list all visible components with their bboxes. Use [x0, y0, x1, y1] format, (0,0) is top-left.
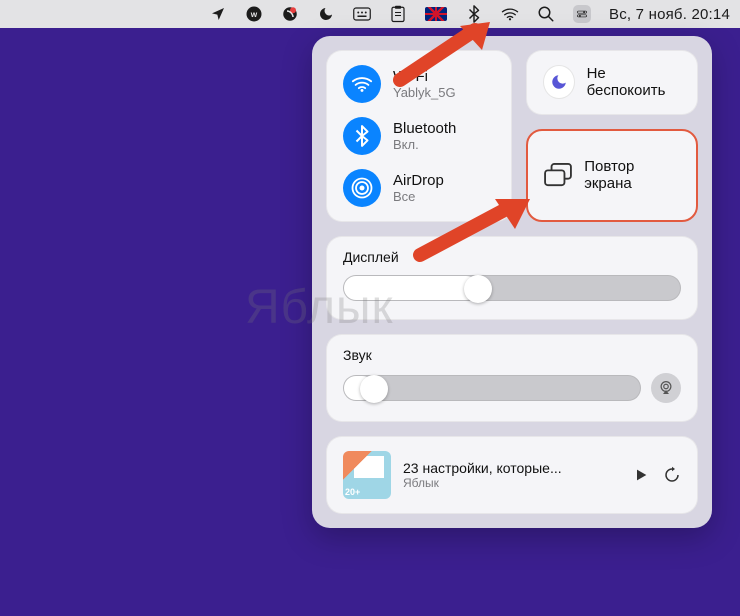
play-button[interactable] — [633, 467, 649, 483]
bluetooth-menubar-icon[interactable] — [465, 5, 483, 23]
display-brightness-card: Дисплей — [326, 236, 698, 320]
sound-label: Звук — [343, 347, 681, 363]
now-playing-artwork — [343, 451, 391, 499]
menubar-clock[interactable]: Вс, 7 нояб. 20:14 — [609, 6, 730, 23]
screen-mirroring-label: Повтор экрана — [584, 158, 680, 193]
do-not-disturb-toggle[interactable]: Не беспокоить — [526, 50, 698, 115]
input-source-flag-icon[interactable] — [425, 7, 447, 21]
moon-icon[interactable] — [317, 5, 335, 23]
display-brightness-slider[interactable] — [343, 275, 681, 301]
viber-icon[interactable] — [281, 5, 299, 23]
display-label: Дисплей — [343, 249, 681, 265]
wifi-toggle[interactable]: Wi-Fi Yablyk_5G — [343, 65, 495, 103]
clipboard-icon[interactable] — [389, 5, 407, 23]
wifi-title: Wi-Fi — [393, 68, 456, 85]
skip-forward-button[interactable] — [663, 466, 681, 484]
bluetooth-icon — [343, 117, 381, 155]
now-playing-title: 23 настройки, которые... — [403, 460, 621, 476]
menu-bar: w Вс, 7 нояб. 20:14 — [0, 0, 740, 28]
svg-text:w: w — [250, 10, 258, 19]
control-center-icon[interactable] — [573, 5, 591, 23]
location-icon[interactable] — [209, 5, 227, 23]
bluetooth-status: Вкл. — [393, 137, 456, 152]
airdrop-title: AirDrop — [393, 172, 444, 189]
airdrop-toggle[interactable]: AirDrop Все — [343, 169, 495, 207]
now-playing-source: Яблык — [403, 476, 621, 490]
keyboard-brightness-icon[interactable] — [353, 5, 371, 23]
now-playing-card[interactable]: 23 настройки, которые... Яблык — [326, 436, 698, 514]
screen-mirroring-button[interactable]: Повтор экрана — [526, 129, 698, 223]
connectivity-card[interactable]: Wi-Fi Yablyk_5G Bluetooth Вкл. AirDrop — [326, 50, 512, 222]
moon-icon — [543, 65, 575, 99]
spotlight-search-icon[interactable] — [537, 5, 555, 23]
airplay-audio-button[interactable] — [651, 373, 681, 403]
airdrop-status: Все — [393, 189, 444, 204]
wifi-icon — [343, 65, 381, 103]
sound-card: Звук — [326, 334, 698, 422]
bluetooth-toggle[interactable]: Bluetooth Вкл. — [343, 117, 495, 155]
control-center-panel: Wi-Fi Yablyk_5G Bluetooth Вкл. AirDrop — [312, 36, 712, 528]
dnd-label: Не беспокоить — [587, 65, 681, 100]
vk-icon[interactable]: w — [245, 5, 263, 23]
bluetooth-title: Bluetooth — [393, 120, 456, 137]
airdrop-icon — [343, 169, 381, 207]
screen-mirroring-icon — [544, 160, 572, 190]
wifi-menubar-icon[interactable] — [501, 5, 519, 23]
wifi-network-name: Yablyk_5G — [393, 85, 456, 100]
sound-volume-slider[interactable] — [343, 375, 641, 401]
